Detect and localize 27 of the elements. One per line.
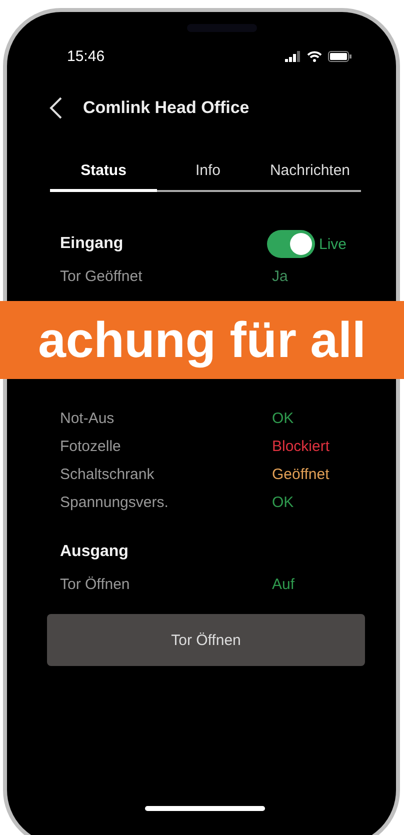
back-icon[interactable] xyxy=(49,97,63,119)
status-value: OK xyxy=(272,410,295,426)
status-value: Ja xyxy=(272,268,289,284)
status-value: Blockiert xyxy=(272,438,331,454)
promo-banner: achung für all xyxy=(0,301,404,379)
tab[interactable]: Info xyxy=(157,154,259,192)
status-label: Fotozelle xyxy=(60,438,122,454)
toggle-label: Live xyxy=(319,236,347,252)
status-value: Geöffnet xyxy=(272,466,330,482)
status-time: 15:46 xyxy=(67,48,105,64)
open-gate-button[interactable]: Tor Öffnen xyxy=(47,614,365,666)
status-label: Not-Aus xyxy=(60,410,116,426)
wifi-icon xyxy=(307,50,322,62)
live-toggle[interactable] xyxy=(267,230,315,258)
battery-icon xyxy=(328,50,352,62)
screen-title: Comlink Head Office xyxy=(83,98,250,118)
status-label: Tor Geöffnet xyxy=(60,268,144,284)
status-label: Spannungsvers. xyxy=(60,494,170,510)
signal-icon xyxy=(285,50,301,62)
tab[interactable]: Status xyxy=(50,154,157,192)
tab[interactable]: Nachrichten xyxy=(259,154,361,192)
section-title: Ausgang xyxy=(60,543,130,561)
status-label: Tor Öffnen xyxy=(60,576,131,592)
status-label: Schaltschrank xyxy=(60,466,156,482)
status-value: OK xyxy=(272,494,295,510)
section-title: Eingang xyxy=(60,235,124,253)
status-value: Auf xyxy=(272,576,296,592)
